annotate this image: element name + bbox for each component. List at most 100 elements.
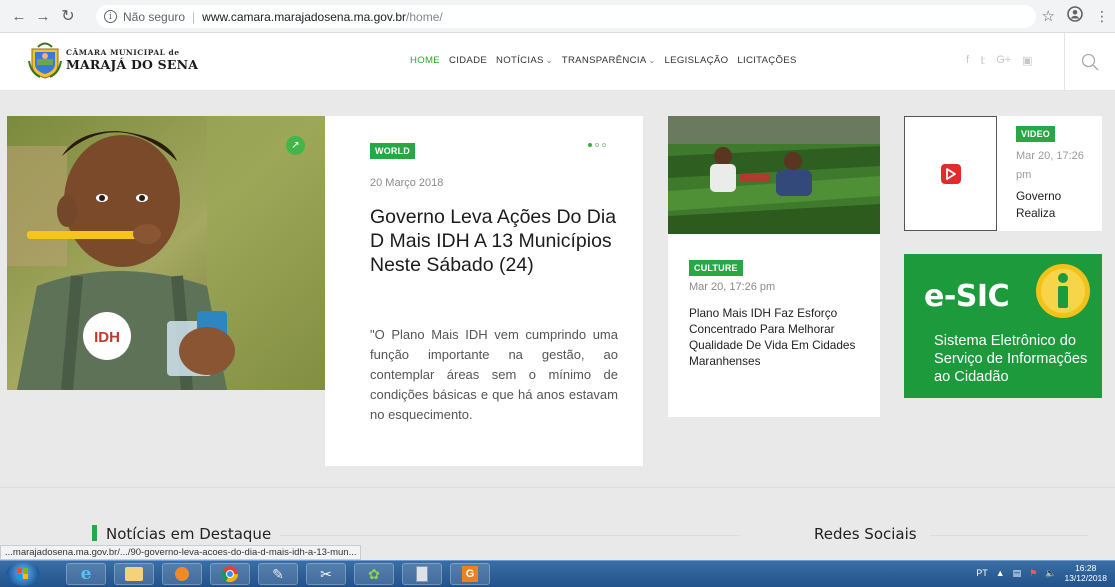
volume-icon[interactable]: 🔈 (1045, 568, 1056, 579)
taskbar-chrome[interactable] (210, 563, 250, 585)
nav-transparencia[interactable]: TRANSPARÊNCIA ⌄ (562, 55, 656, 66)
video-post-title[interactable]: Governo Realiza (1016, 188, 1096, 222)
windows-logo-icon (17, 568, 28, 579)
internet-explorer-icon: e (80, 564, 92, 584)
svg-text:IDH: IDH (94, 329, 120, 346)
url-host: www.camara.marajadosena.ma.gov.br (202, 9, 407, 24)
network-icon[interactable]: ▤ (1013, 568, 1022, 579)
nav-home[interactable]: HOME (410, 55, 440, 66)
taskbar-calculator[interactable] (402, 563, 442, 585)
section-accent-bar (92, 525, 97, 541)
profile-icon[interactable] (1067, 6, 1083, 26)
social-networks-heading: Redes Sociais (814, 525, 917, 543)
clock-time: 16:28 (1075, 563, 1097, 573)
nav-noticias-label: NOTÍCIAS (496, 55, 544, 66)
folder-icon (125, 567, 143, 581)
address-bar[interactable]: i Não seguro | www.camara.marajadosena.m… (96, 5, 1036, 28)
section-divider (0, 487, 1115, 488)
heading-rule (280, 535, 740, 536)
forward-icon[interactable]: → (30, 3, 56, 29)
url-path: /home/ (406, 9, 443, 24)
video-thumbnail[interactable] (904, 116, 997, 231)
back-icon[interactable]: ← (6, 3, 32, 29)
play-icon (940, 163, 961, 184)
taskbar-pdf-app[interactable]: G (450, 563, 490, 585)
youtube-icon[interactable]: ▣ (1022, 54, 1032, 67)
google-plus-icon[interactable]: G+ (996, 54, 1011, 67)
taskbar-ie[interactable]: e (66, 563, 106, 585)
share-icon[interactable]: ↗ (286, 136, 305, 155)
info-icon[interactable]: i (104, 10, 117, 23)
main-post-date: 20 Março 2018 (370, 177, 444, 189)
taskbar-media-player[interactable] (162, 563, 202, 585)
slider-dots[interactable] (588, 143, 606, 147)
featured-news-heading: Notícias em Destaque (106, 525, 272, 543)
system-tray: PT ▲ ▤ ⚑ 🔈 16:28 13/12/2018 (976, 563, 1107, 583)
facebook-icon[interactable]: f (966, 54, 969, 67)
link-status-bar: ...marajadosena.ma.gov.br/.../90-governo… (0, 545, 362, 560)
clock-date: 13/12/2018 (1064, 573, 1107, 583)
taskbar-snipping[interactable]: ✂ (306, 563, 346, 585)
main-post-excerpt: "O Plano Mais IDH vem cumprindo uma funç… (370, 327, 618, 422)
slider-dot[interactable] (602, 143, 606, 147)
chrome-icon (221, 566, 239, 583)
main-post-title[interactable]: Governo Leva Ações Do Dia D Mais IDH A 1… (370, 205, 630, 277)
calculator-icon (416, 566, 428, 582)
main-nav: HOME CIDADE NOTÍCIAS ⌄ TRANSPARÊNCIA ⌄ LEG… (410, 55, 797, 66)
main-post-category-tag[interactable]: WORLD (370, 143, 415, 159)
nav-legislacao[interactable]: LEGISLAÇÃO (665, 55, 729, 66)
media-player-icon (175, 567, 189, 581)
social-links: f 𝕥 G+ ▣ (966, 54, 1033, 67)
browser-toolbar: ← → ↻ i Não seguro | www.camara.marajado… (0, 0, 1115, 33)
esic-banner[interactable]: e-SIC Sistema Eletrônico do Serviço de I… (904, 254, 1102, 398)
video-post-category-tag[interactable]: VIDEO (1016, 126, 1056, 142)
chevron-down-icon: ⌄ (648, 56, 656, 65)
site-logo[interactable]: CÂMARA MUNICIPAL de MARAJÁ DO SENA (28, 41, 198, 79)
nav-licitacoes[interactable]: LICITAÇÕES (737, 55, 796, 66)
slider-dot[interactable] (595, 143, 599, 147)
site-header: CÂMARA MUNICIPAL de MARAJÁ DO SENA HOME … (0, 33, 1115, 91)
bookmark-star-icon[interactable]: ☆ (1042, 7, 1055, 25)
main-post-image[interactable]: IDH (7, 116, 325, 390)
taskbar-app-green[interactable]: ✿ (354, 563, 394, 585)
tray-expand-icon[interactable]: ▲ (996, 568, 1005, 578)
mid-post-image[interactable] (668, 116, 880, 234)
esic-line3: ao Cidadão (934, 369, 1009, 385)
search-button[interactable] (1064, 33, 1115, 91)
twitter-icon[interactable]: 𝕥 (980, 54, 985, 67)
nav-transparencia-label: TRANSPARÊNCIA (561, 55, 647, 66)
action-center-icon[interactable]: ⚑ (1029, 568, 1037, 579)
nav-noticias[interactable]: NOTÍCIAS ⌄ (496, 55, 553, 66)
heading-rule (930, 535, 1088, 536)
crest-icon (28, 42, 62, 79)
boy-brushing-teeth-image: IDH (7, 116, 325, 390)
info-icon (1036, 264, 1090, 318)
farmers-in-field-image (668, 116, 880, 234)
logo-line1: CÂMARA MUNICIPAL de (66, 48, 180, 57)
taskbar-paint[interactable]: ✎ (258, 563, 298, 585)
video-post-date: Mar 20, 17:26 pm (1016, 150, 1084, 181)
mid-post-date: Mar 20, 17:26 pm (689, 281, 776, 293)
mid-post-title[interactable]: Plano Mais IDH Faz Esforço Concentrado P… (689, 305, 869, 369)
leaf-icon: ✿ (368, 565, 380, 582)
paint-icon: ✎ (272, 565, 284, 582)
logo-line2: MARAJÁ DO SENA (66, 56, 199, 72)
esic-title: e-SIC (924, 279, 1010, 314)
clock[interactable]: 16:28 13/12/2018 (1064, 563, 1107, 583)
chevron-down-icon: ⌄ (545, 56, 553, 65)
start-button[interactable] (6, 562, 40, 586)
esic-line2: Serviço de Informações (934, 351, 1088, 367)
reload-icon[interactable]: ↻ (55, 3, 81, 29)
menu-icon[interactable]: ⋮ (1095, 8, 1109, 25)
esic-line1: Sistema Eletrônico do (934, 333, 1076, 349)
language-indicator[interactable]: PT (976, 568, 988, 578)
address-separator: | (192, 9, 196, 24)
search-icon (1081, 53, 1099, 71)
slider-dot[interactable] (588, 143, 592, 147)
scissors-icon: ✂ (320, 565, 332, 582)
nav-cidade[interactable]: CIDADE (449, 55, 487, 66)
pdf-creator-icon: G (462, 566, 478, 582)
taskbar-explorer[interactable] (114, 563, 154, 585)
security-label: Não seguro (123, 9, 186, 24)
mid-post-category-tag[interactable]: CULTURE (689, 260, 743, 276)
